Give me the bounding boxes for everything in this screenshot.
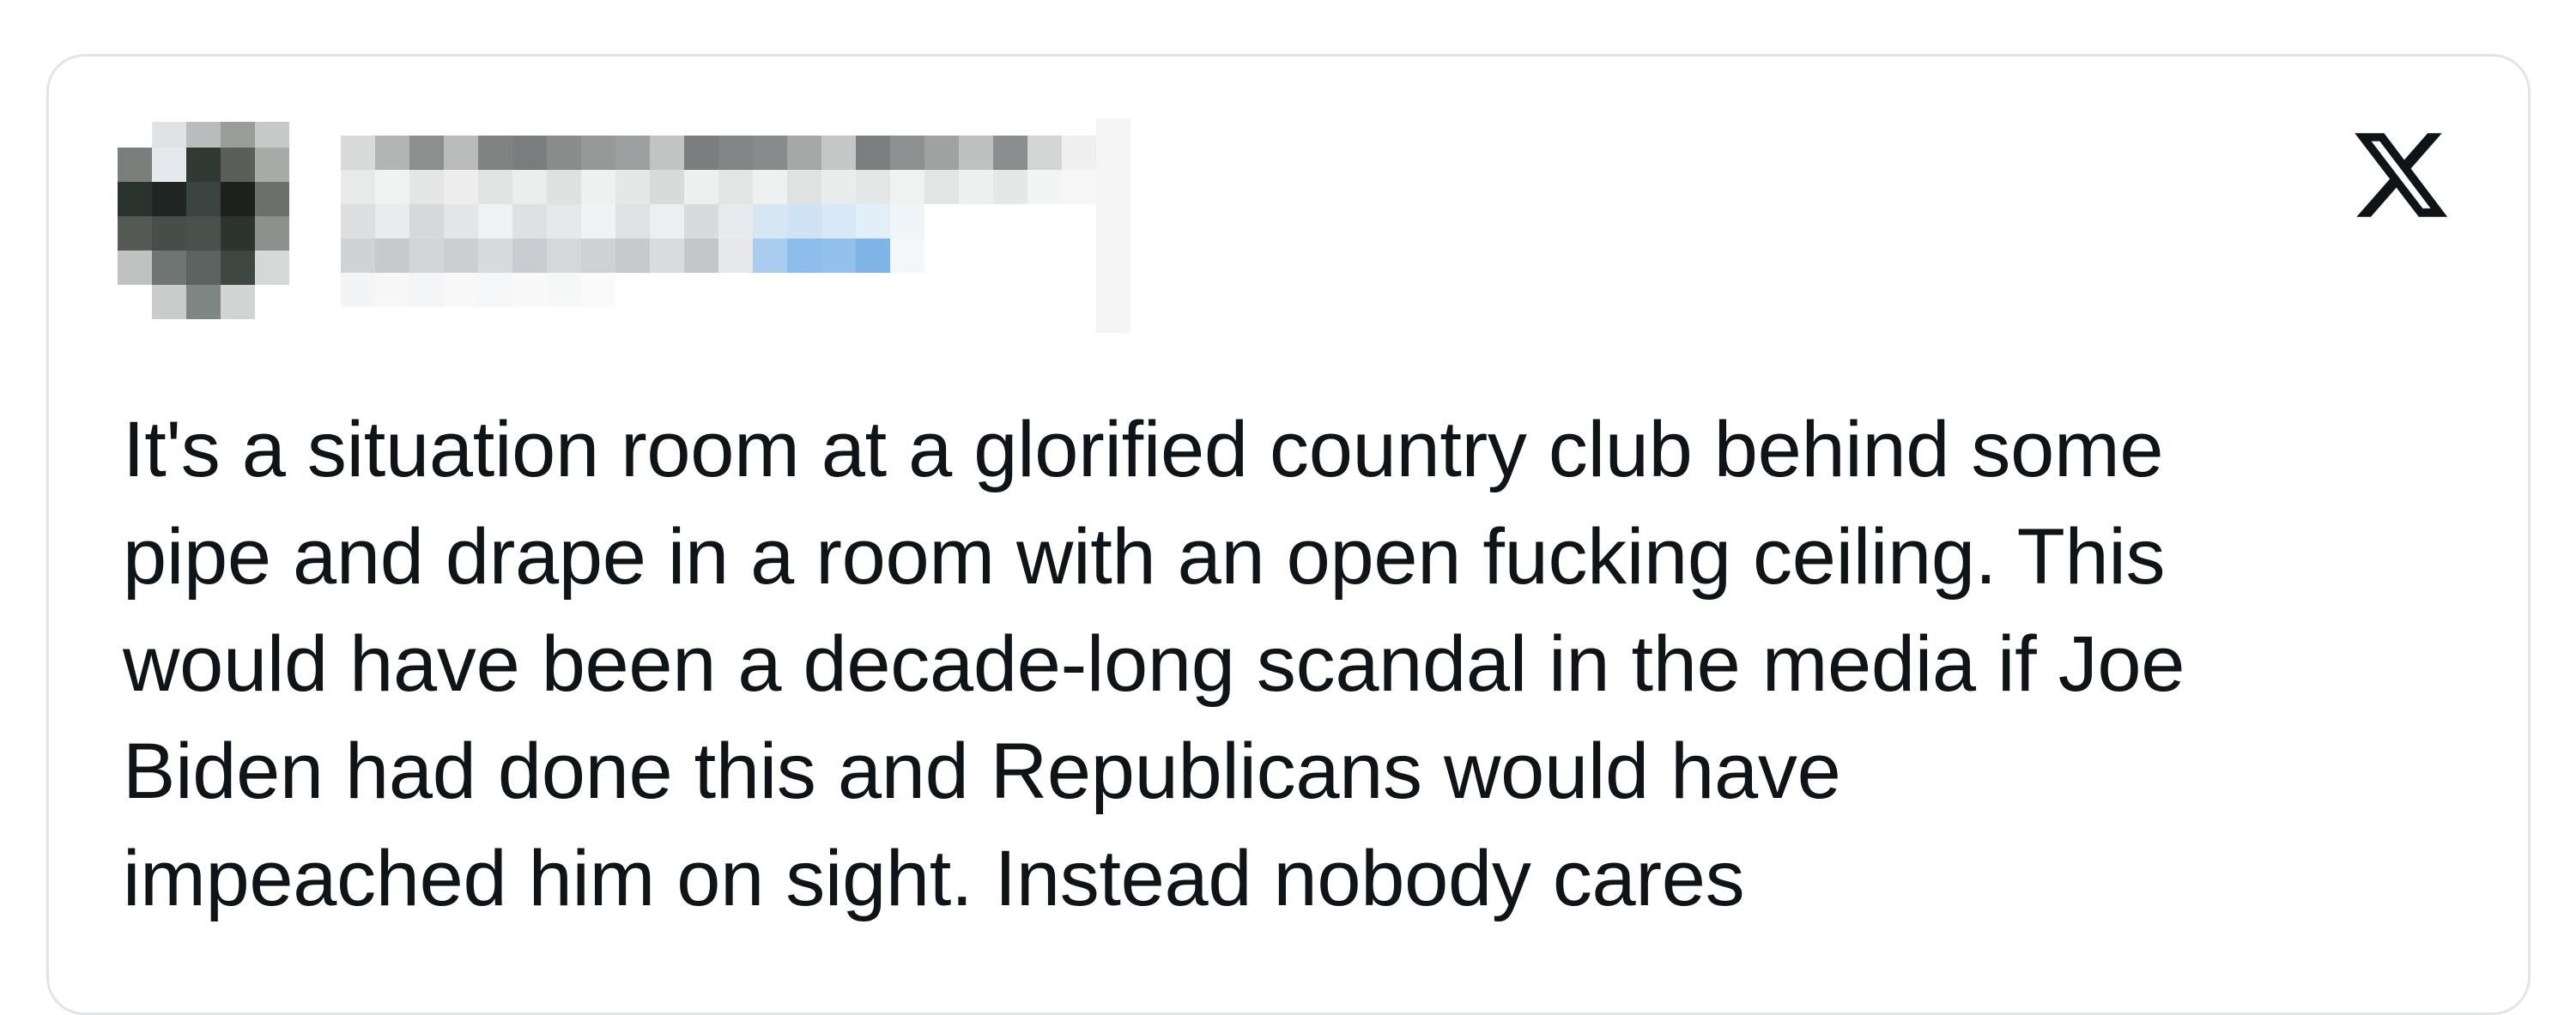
author-avatar-redacted[interactable]	[118, 122, 324, 328]
tweet-line: Biden had done this and Republicans woul…	[123, 728, 1841, 815]
tweet-body: It's a situation room at a glorified cou…	[123, 396, 2492, 933]
author-identity-redacted[interactable]	[341, 118, 1328, 333]
x-logo-icon[interactable]	[2349, 124, 2452, 227]
tweet-header	[49, 57, 2528, 348]
tweet-line: would have been a decade-long scandal in…	[123, 620, 2185, 708]
tweet-line: pipe and drape in a room with an open fu…	[123, 513, 2166, 601]
tweet-line: It's a situation room at a glorified cou…	[123, 406, 2164, 493]
tweet-embed-card[interactable]: It's a situation room at a glorified cou…	[46, 54, 2531, 1015]
tweet-line: impeached him on sight. Instead nobody c…	[123, 835, 1745, 922]
